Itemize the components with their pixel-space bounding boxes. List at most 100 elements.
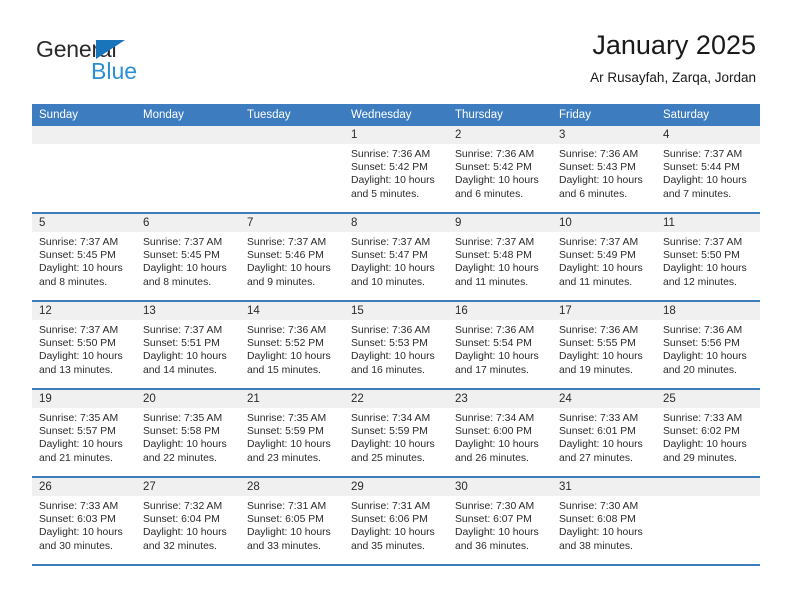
calendar-day-cell[interactable]: 17 Sunrise: 7:36 AM Sunset: 5:55 PM Dayligh…	[552, 302, 656, 388]
daylight-text-line1: Daylight: 10 hours	[247, 263, 331, 275]
daylight-text-line2: and 36 minutes.	[455, 540, 529, 552]
daylight-text-line1: Daylight: 10 hours	[663, 263, 747, 275]
daylight-text-line2: and 11 minutes.	[559, 276, 633, 288]
calendar-day-cell[interactable]: 26 Sunrise: 7:33 AM Sunset: 6:03 PM Dayligh…	[32, 478, 136, 564]
day-of-week-header-row: Sunday Monday Tuesday Wednesday Thursday Frid…	[32, 104, 760, 126]
sunrise-text: Sunrise: 7:32 AM	[143, 501, 223, 512]
day-number: 26	[32, 478, 136, 496]
sunset-text: Sunset: 5:49 PM	[559, 250, 636, 262]
logo-text-blue: Blue	[91, 58, 138, 84]
calendar-day-cell[interactable]: 7 Sunrise: 7:37 AM Sunset: 5:46 PM Daylight…	[240, 214, 344, 300]
sunset-text: Sunset: 5:47 PM	[351, 250, 428, 262]
day-number: 25	[656, 390, 760, 408]
calendar-day-cell[interactable]: 23 Sunrise: 7:34 AM Sunset: 6:00 PM Dayligh…	[448, 390, 552, 476]
sunset-text: Sunset: 6:08 PM	[559, 514, 636, 526]
day-number: 5	[32, 214, 136, 232]
sunset-text: Sunset: 5:45 PM	[143, 250, 220, 262]
calendar-day-cell-empty[interactable]	[32, 126, 136, 212]
calendar-day-cell[interactable]: 4 Sunrise: 7:37 AM Sunset: 5:44 PM Daylight…	[656, 126, 760, 212]
calendar-day-cell[interactable]: 10 Sunrise: 7:37 AM Sunset: 5:49 PM Dayligh…	[552, 214, 656, 300]
calendar-day-cell[interactable]: 27 Sunrise: 7:32 AM Sunset: 6:04 PM Dayligh…	[136, 478, 240, 564]
calendar-day-cell[interactable]: 22 Sunrise: 7:34 AM Sunset: 5:59 PM Dayligh…	[344, 390, 448, 476]
calendar-day-cell[interactable]: 30 Sunrise: 7:30 AM Sunset: 6:07 PM Dayligh…	[448, 478, 552, 564]
calendar-day-cell[interactable]: 9 Sunrise: 7:37 AM Sunset: 5:48 PM Daylight…	[448, 214, 552, 300]
daylight-text-line2: and 29 minutes.	[663, 452, 737, 464]
sunrise-text: Sunrise: 7:37 AM	[663, 149, 743, 160]
daylight-text-line2: and 6 minutes.	[559, 188, 628, 200]
calendar-day-cell[interactable]: 25 Sunrise: 7:33 AM Sunset: 6:02 PM Dayligh…	[656, 390, 760, 476]
calendar-day-cell[interactable]: 5 Sunrise: 7:37 AM Sunset: 5:45 PM Daylight…	[32, 214, 136, 300]
calendar-grid: Sunday Monday Tuesday Wednesday Thursday Frid…	[32, 104, 760, 566]
daylight-text-line1: Daylight: 10 hours	[455, 439, 539, 451]
calendar-day-cell[interactable]: 20 Sunrise: 7:35 AM Sunset: 5:58 PM Dayligh…	[136, 390, 240, 476]
day-sun-info: Sunrise: 7:37 AM Sunset: 5:49 PM Daylight:…	[552, 232, 656, 289]
sunset-text: Sunset: 6:02 PM	[663, 426, 740, 438]
calendar-weeks: 1 Sunrise: 7:36 AM Sunset: 5:42 PM Daylight…	[32, 126, 760, 566]
calendar-day-cell[interactable]: 28 Sunrise: 7:31 AM Sunset: 6:05 PM Dayligh…	[240, 478, 344, 564]
calendar-day-cell[interactable]: 6 Sunrise: 7:37 AM Sunset: 5:45 PM Daylight…	[136, 214, 240, 300]
page-header: General Blue January 2025 Ar Rusayfah, Z…	[36, 28, 756, 98]
sunrise-text: Sunrise: 7:36 AM	[455, 149, 535, 160]
day-sun-info: Sunrise: 7:35 AM Sunset: 5:58 PM Daylight:…	[136, 408, 240, 465]
daylight-text-line2: and 14 minutes.	[143, 364, 217, 376]
daylight-text-line2: and 6 minutes.	[455, 188, 524, 200]
daylight-text-line1: Daylight: 10 hours	[455, 351, 539, 363]
sunrise-text: Sunrise: 7:37 AM	[663, 237, 743, 248]
calendar-day-cell[interactable]: 2 Sunrise: 7:36 AM Sunset: 5:42 PM Daylight…	[448, 126, 552, 212]
daylight-text-line2: and 12 minutes.	[663, 276, 737, 288]
calendar-day-cell[interactable]: 11 Sunrise: 7:37 AM Sunset: 5:50 PM Dayligh…	[656, 214, 760, 300]
calendar-week-row: 19 Sunrise: 7:35 AM Sunset: 5:57 PM Dayligh…	[32, 390, 760, 478]
day-sun-info: Sunrise: 7:33 AM Sunset: 6:01 PM Daylight:…	[552, 408, 656, 465]
day-sun-info: Sunrise: 7:36 AM Sunset: 5:53 PM Daylight:…	[344, 320, 448, 377]
calendar-day-cell-empty[interactable]	[240, 126, 344, 212]
calendar-day-cell[interactable]: 24 Sunrise: 7:33 AM Sunset: 6:01 PM Dayligh…	[552, 390, 656, 476]
sunrise-text: Sunrise: 7:37 AM	[247, 237, 327, 248]
triangle-icon	[96, 40, 125, 59]
daylight-text-line2: and 7 minutes.	[663, 188, 732, 200]
calendar-day-cell[interactable]: 29 Sunrise: 7:31 AM Sunset: 6:06 PM Dayligh…	[344, 478, 448, 564]
calendar-day-cell[interactable]: 8 Sunrise: 7:37 AM Sunset: 5:47 PM Daylight…	[344, 214, 448, 300]
day-number: 16	[448, 302, 552, 320]
day-sun-info: Sunrise: 7:37 AM Sunset: 5:44 PM Daylight:…	[656, 144, 760, 201]
sunrise-text: Sunrise: 7:35 AM	[39, 413, 119, 424]
calendar-day-cell[interactable]: 1 Sunrise: 7:36 AM Sunset: 5:42 PM Daylight…	[344, 126, 448, 212]
day-sun-info: Sunrise: 7:37 AM Sunset: 5:50 PM Daylight:…	[32, 320, 136, 377]
daylight-text-line1: Daylight: 10 hours	[351, 175, 435, 187]
calendar-day-cell[interactable]: 19 Sunrise: 7:35 AM Sunset: 5:57 PM Dayligh…	[32, 390, 136, 476]
sunset-text: Sunset: 6:00 PM	[455, 426, 532, 438]
day-sun-info: Sunrise: 7:33 AM Sunset: 6:02 PM Daylight:…	[656, 408, 760, 465]
calendar-day-cell[interactable]: 31 Sunrise: 7:30 AM Sunset: 6:08 PM Dayligh…	[552, 478, 656, 564]
calendar-day-cell[interactable]: 3 Sunrise: 7:36 AM Sunset: 5:43 PM Daylight…	[552, 126, 656, 212]
day-sun-info	[32, 144, 136, 148]
calendar-day-cell[interactable]: 14 Sunrise: 7:36 AM Sunset: 5:52 PM Dayligh…	[240, 302, 344, 388]
daylight-text-line1: Daylight: 10 hours	[247, 439, 331, 451]
calendar-day-cell-empty[interactable]	[656, 478, 760, 564]
daylight-text-line1: Daylight: 10 hours	[351, 351, 435, 363]
day-sun-info: Sunrise: 7:33 AM Sunset: 6:03 PM Daylight:…	[32, 496, 136, 553]
calendar-day-cell[interactable]: 15 Sunrise: 7:36 AM Sunset: 5:53 PM Dayligh…	[344, 302, 448, 388]
daylight-text-line1: Daylight: 10 hours	[143, 439, 227, 451]
day-number: 10	[552, 214, 656, 232]
day-sun-info: Sunrise: 7:30 AM Sunset: 6:08 PM Daylight:…	[552, 496, 656, 553]
daylight-text-line1: Daylight: 10 hours	[559, 351, 643, 363]
sunrise-text: Sunrise: 7:37 AM	[39, 237, 119, 248]
day-sun-info: Sunrise: 7:36 AM Sunset: 5:56 PM Daylight:…	[656, 320, 760, 377]
sunset-text: Sunset: 5:50 PM	[663, 250, 740, 262]
daylight-text-line1: Daylight: 10 hours	[39, 263, 123, 275]
calendar-day-cell[interactable]: 12 Sunrise: 7:37 AM Sunset: 5:50 PM Dayligh…	[32, 302, 136, 388]
calendar-day-cell[interactable]: 13 Sunrise: 7:37 AM Sunset: 5:51 PM Dayligh…	[136, 302, 240, 388]
daylight-text-line2: and 16 minutes.	[351, 364, 425, 376]
day-of-week-header: Monday	[143, 109, 184, 121]
sunrise-text: Sunrise: 7:30 AM	[559, 501, 639, 512]
calendar-day-cell-empty[interactable]	[136, 126, 240, 212]
day-sun-info: Sunrise: 7:37 AM Sunset: 5:50 PM Daylight:…	[656, 232, 760, 289]
calendar-day-cell[interactable]: 16 Sunrise: 7:36 AM Sunset: 5:54 PM Dayligh…	[448, 302, 552, 388]
sunrise-text: Sunrise: 7:35 AM	[247, 413, 327, 424]
calendar-day-cell[interactable]: 21 Sunrise: 7:35 AM Sunset: 5:59 PM Dayligh…	[240, 390, 344, 476]
calendar-day-cell[interactable]: 18 Sunrise: 7:36 AM Sunset: 5:56 PM Dayligh…	[656, 302, 760, 388]
sunrise-text: Sunrise: 7:36 AM	[351, 149, 431, 160]
daylight-text-line2: and 8 minutes.	[39, 276, 108, 288]
day-number: 2	[448, 126, 552, 144]
day-number: 17	[552, 302, 656, 320]
sunrise-text: Sunrise: 7:34 AM	[351, 413, 431, 424]
